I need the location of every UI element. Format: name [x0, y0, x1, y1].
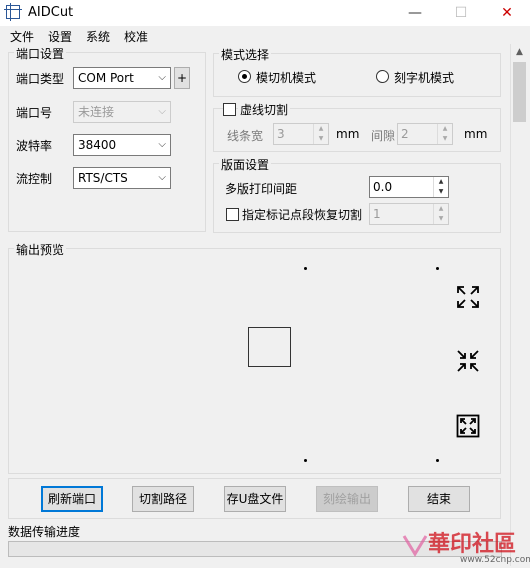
port-type-label: 端口类型: [16, 72, 65, 86]
cut-path-button[interactable]: 切割路径: [132, 486, 194, 512]
flow-control-select[interactable]: RTS/CTS ⌵: [73, 167, 171, 189]
watermark-logo-icon: [402, 535, 428, 557]
menu-calibrate[interactable]: 校准: [124, 28, 148, 45]
marker-label: 指定标记点段恢复切割: [242, 208, 363, 222]
spin-down-icon[interactable]: ▼: [434, 214, 448, 224]
menu-settings[interactable]: 设置: [48, 28, 72, 45]
corner-marker: [304, 459, 307, 462]
port-settings-legend: 端口设置: [14, 45, 67, 62]
baud-rate-value: 38400: [78, 138, 117, 152]
expand-icon[interactable]: [456, 285, 480, 309]
collapse-icon[interactable]: [456, 349, 480, 373]
refresh-port-button[interactable]: 刷新端口: [41, 486, 103, 512]
line-width-unit: mm: [336, 127, 360, 141]
die-cut-label: 模切机模式: [256, 71, 317, 85]
port-number-label: 端口号: [16, 106, 53, 120]
die-cut-radio[interactable]: [238, 70, 251, 83]
corner-marker: [304, 267, 307, 270]
marker-checkbox[interactable]: [226, 208, 239, 221]
engrave-label: 刻字机模式: [394, 71, 455, 85]
preview-shape: [248, 327, 291, 367]
baud-rate-label: 波特率: [16, 139, 53, 153]
scroll-up-icon[interactable]: ▲: [511, 44, 528, 61]
port-number-value: 未连接: [78, 105, 115, 119]
scroll-thumb[interactable]: [513, 62, 526, 122]
menu-system[interactable]: 系统: [86, 28, 110, 45]
fit-icon[interactable]: [456, 414, 480, 438]
flow-control-value: RTS/CTS: [78, 171, 128, 185]
chevron-down-icon: ⌵: [158, 139, 166, 150]
line-width-spin[interactable]: 3 ▲ ▼: [273, 123, 329, 145]
menu-file[interactable]: 文件: [10, 28, 34, 45]
maximize-button[interactable]: ☐: [438, 0, 484, 26]
spacing-spin[interactable]: 0.0 ▲ ▼: [369, 176, 449, 198]
line-width-value: 3: [277, 127, 285, 141]
corner-marker: [436, 459, 439, 462]
vertical-scrollbar[interactable]: ▲: [510, 44, 528, 566]
watermark-text: 華印社區: [428, 532, 517, 557]
watermark: 華印社區 www.52cnp.com: [398, 528, 530, 566]
app-icon: [4, 3, 22, 21]
window-title: AIDCut: [28, 5, 74, 20]
chevron-down-icon: ⌵: [158, 172, 166, 183]
preview-canvas[interactable]: [8, 256, 501, 471]
chevron-down-icon: ⌵: [158, 106, 166, 117]
spin-up-icon[interactable]: ▲: [314, 124, 328, 134]
spin-up-icon[interactable]: ▲: [438, 124, 452, 134]
progress-label: 数据传输进度: [8, 525, 81, 539]
line-width-label: 线条宽: [227, 129, 264, 143]
marker-value: 1: [373, 207, 381, 221]
port-type-select[interactable]: COM Port ⌵: [73, 67, 171, 89]
close-button[interactable]: ✕: [484, 0, 530, 26]
chevron-down-icon: ⌵: [158, 72, 166, 83]
spin-down-icon[interactable]: ▼: [314, 134, 328, 144]
gap-spin[interactable]: 2 ▲ ▼: [397, 123, 453, 145]
engrave-output-button[interactable]: 刻绘输出: [316, 486, 378, 512]
dashed-cut-label: 虚线切割: [238, 101, 291, 118]
spin-down-icon[interactable]: ▼: [434, 187, 448, 197]
baud-rate-select[interactable]: 38400 ⌵: [73, 134, 171, 156]
dashed-cut-checkbox[interactable]: [223, 103, 236, 116]
corner-marker: [436, 267, 439, 270]
port-number-select[interactable]: 未连接 ⌵: [73, 101, 171, 123]
engrave-radio[interactable]: [376, 70, 389, 83]
spin-up-icon[interactable]: ▲: [434, 177, 448, 187]
add-port-button[interactable]: +: [174, 67, 190, 89]
watermark-url: www.52cnp.com: [460, 555, 530, 565]
minimize-button[interactable]: —: [392, 0, 438, 26]
gap-value: 2: [401, 127, 409, 141]
title-bar: AIDCut — ☐ ✕: [0, 0, 530, 26]
spacing-value: 0.0: [373, 180, 393, 194]
gap-unit: mm: [464, 127, 488, 141]
spin-up-icon[interactable]: ▲: [434, 204, 448, 214]
menu-bar: 文件 设置 系统 校准: [0, 26, 510, 44]
layout-legend: 版面设置: [219, 156, 272, 173]
gap-label: 间隙: [371, 129, 396, 143]
finish-button[interactable]: 结束: [408, 486, 470, 512]
flow-control-label: 流控制: [16, 172, 53, 186]
save-usb-button[interactable]: 存U盘文件: [224, 486, 286, 512]
marker-spin[interactable]: 1 ▲ ▼: [369, 203, 449, 225]
port-type-value: COM Port: [78, 71, 134, 85]
spacing-label: 多版打印间距: [225, 182, 298, 196]
spin-down-icon[interactable]: ▼: [438, 134, 452, 144]
mode-legend: 模式选择: [219, 46, 272, 63]
